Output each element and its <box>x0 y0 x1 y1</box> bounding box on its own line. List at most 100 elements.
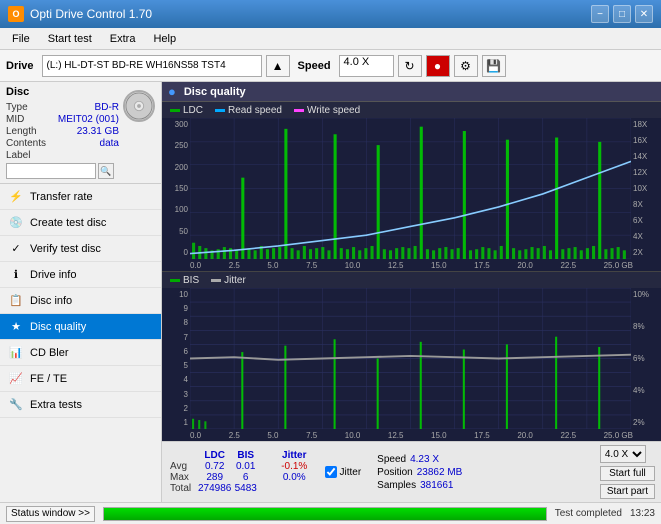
bis-dot <box>170 279 180 282</box>
jitter-label: Jitter <box>224 275 246 286</box>
title-bar: O Opti Drive Control 1.70 − □ ✕ <box>0 0 661 28</box>
status-window-button[interactable]: Status window >> <box>6 506 95 522</box>
save-button[interactable]: 💾 <box>482 55 506 77</box>
stats-table: LDC BIS Jitter Avg 0.72 0.01 -0.1% Max 2… <box>168 450 313 494</box>
x-2-5: 2.5 <box>229 261 240 270</box>
bottom-chart-svg <box>190 288 631 429</box>
nav-transfer-rate[interactable]: ⚡ Transfer rate <box>0 184 161 210</box>
disc-label-input[interactable] <box>6 163 96 179</box>
nav-disc-info[interactable]: 📋 Disc info <box>0 288 161 314</box>
bis-y-8: 8 <box>164 318 188 327</box>
nav-drive-info[interactable]: ℹ Drive info <box>0 262 161 288</box>
drive-selector[interactable]: (L:) HL-DT-ST BD-RE WH16NS58 TST4 <box>42 55 262 77</box>
nav-create-test-disc[interactable]: 💿 Create test disc <box>0 210 161 236</box>
disc-label-button[interactable]: 🔍 <box>98 163 114 179</box>
nav-extra-tests[interactable]: 🔧 Extra tests <box>0 392 161 418</box>
bis-y-6: 6 <box>164 347 188 356</box>
status-time: 13:23 <box>630 508 655 519</box>
bx-0: 0.0 <box>190 431 201 440</box>
sidebar: Disc Type BD-R MID MEIT02 (001) Length 2… <box>0 82 162 502</box>
position-label: Position <box>377 467 413 478</box>
start-full-button[interactable]: Start full <box>600 466 655 481</box>
close-button[interactable]: ✕ <box>635 5 653 23</box>
x-17-5: 17.5 <box>474 261 490 270</box>
disc-mid-label: MID <box>6 114 24 125</box>
menu-help[interactable]: Help <box>145 31 184 47</box>
speed-selector[interactable]: 4.0 X <box>339 55 394 77</box>
burn-button[interactable]: ● <box>426 55 450 77</box>
minimize-button[interactable]: − <box>591 5 609 23</box>
nav-transfer-rate-label: Transfer rate <box>30 191 93 203</box>
jitter-checkbox[interactable] <box>325 466 337 478</box>
disc-label-label: Label <box>6 150 30 161</box>
jitter-y-6pct: 6% <box>633 354 659 363</box>
nav-extra-tests-label: Extra tests <box>30 399 82 411</box>
total-bis: 5483 <box>231 483 260 494</box>
nav-cd-bler[interactable]: 📊 CD Bler <box>0 340 161 366</box>
refresh-button[interactable]: ↻ <box>398 55 422 77</box>
disc-quality-icon: ★ <box>8 319 24 335</box>
nav-verify-test-disc-label: Verify test disc <box>30 243 101 255</box>
nav-fe-te[interactable]: 📈 FE / TE <box>0 366 161 392</box>
jitter-y-2pct: 2% <box>633 418 659 427</box>
y-150: 150 <box>164 184 188 193</box>
top-chart-svg <box>190 118 631 259</box>
bis-y-9: 9 <box>164 304 188 313</box>
nav-disc-info-label: Disc info <box>30 295 72 307</box>
bis-y-3: 3 <box>164 390 188 399</box>
bx-12-5: 12.5 <box>388 431 404 440</box>
menu-start-test[interactable]: Start test <box>40 31 100 47</box>
ldc-legend: LDC <box>170 105 203 116</box>
menu-file[interactable]: File <box>4 31 38 47</box>
y-right-18x: 18X <box>633 120 659 129</box>
bis-y-7: 7 <box>164 333 188 342</box>
nav-verify-test-disc[interactable]: ✓ Verify test disc <box>0 236 161 262</box>
menu-extra[interactable]: Extra <box>102 31 144 47</box>
x-25: 25.0 GB <box>604 261 633 270</box>
progress-bar-fill <box>104 508 546 520</box>
chart-title: Disc quality <box>184 86 246 98</box>
start-part-button[interactable]: Start part <box>600 484 655 499</box>
y-right-6x: 6X <box>633 216 659 225</box>
max-row-label: Max <box>168 472 198 483</box>
bis-y-5: 5 <box>164 361 188 370</box>
content-area: ● Disc quality LDC Read speed Write spee… <box>162 82 661 502</box>
position-value: 23862 MB <box>417 467 463 478</box>
y-200: 200 <box>164 163 188 172</box>
total-ldc: 274986 <box>198 483 231 494</box>
nav-disc-quality-label: Disc quality <box>30 321 86 333</box>
y-0: 0 <box>164 248 188 257</box>
bx-17-5: 17.5 <box>474 431 490 440</box>
y-right-2x: 2X <box>633 248 659 257</box>
bis-y-10: 10 <box>164 290 188 299</box>
max-bis: 6 <box>231 472 260 483</box>
x-15: 15.0 <box>431 261 447 270</box>
eject-button[interactable]: ▲ <box>266 55 290 77</box>
jitter-check-area: Jitter <box>325 466 362 478</box>
x-20: 20.0 <box>517 261 533 270</box>
settings-button[interactable]: ⚙ <box>454 55 478 77</box>
speed-dropdown[interactable]: 4.0 X <box>600 445 646 463</box>
jitter-y-10pct: 10% <box>633 290 659 299</box>
chart-title-bar: ● Disc quality <box>162 82 661 102</box>
bis-y-1: 1 <box>164 418 188 427</box>
disc-panel: Disc Type BD-R MID MEIT02 (001) Length 2… <box>0 82 161 184</box>
nav-disc-quality[interactable]: ★ Disc quality <box>0 314 161 340</box>
y-100: 100 <box>164 205 188 214</box>
read-dot <box>215 109 225 112</box>
verify-test-disc-icon: ✓ <box>8 241 24 257</box>
speed-value: 4.0 X <box>344 56 370 68</box>
x-5: 5.0 <box>267 261 278 270</box>
read-legend: Read speed <box>215 105 282 116</box>
status-bar: Status window >> Test completed 13:23 <box>0 502 661 524</box>
avg-row-label: Avg <box>168 461 198 472</box>
disc-contents-label: Contents <box>6 138 46 149</box>
avg-ldc: 0.72 <box>198 461 231 472</box>
fe-te-icon: 📈 <box>8 371 24 387</box>
maximize-button[interactable]: □ <box>613 5 631 23</box>
write-legend: Write speed <box>294 105 360 116</box>
speed-info-label: Speed <box>377 454 406 465</box>
cd-bler-icon: 📊 <box>8 345 24 361</box>
y-50: 50 <box>164 227 188 236</box>
write-label: Write speed <box>307 105 360 116</box>
